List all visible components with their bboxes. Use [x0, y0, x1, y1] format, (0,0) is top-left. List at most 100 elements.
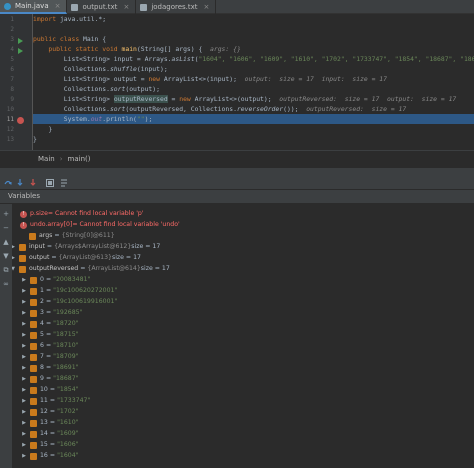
new-watch-icon[interactable]: +	[2, 210, 10, 218]
ide-window: { "tabs": [ {"label": "Main.java", "icon…	[0, 0, 474, 468]
list-item[interactable]: ▶ 16 = "1604"	[21, 451, 79, 461]
close-icon[interactable]: ×	[123, 3, 129, 11]
step-into-icon[interactable]	[16, 179, 24, 187]
variables-tree[interactable]: ! p.size = Cannot find local variable 'p…	[12, 204, 474, 468]
expand-toggle-icon[interactable]: ▶	[21, 286, 27, 296]
list-item[interactable]: ▶ 9 = "18687"	[21, 374, 79, 384]
list-item[interactable]: ▶ 8 = "18691"	[21, 363, 79, 373]
step-over-icon[interactable]	[4, 179, 12, 187]
code-line: public class Main {	[33, 35, 107, 43]
code-line: Collections.sort(outputReversed, Collect…	[33, 105, 407, 113]
expand-toggle-icon[interactable]: ▶	[21, 297, 27, 307]
expand-toggle-icon[interactable]: ▶	[21, 396, 27, 406]
glasses-icon[interactable]: ∞	[2, 280, 10, 288]
list-item[interactable]: ▶ 14 = "1609"	[21, 429, 79, 439]
list-item[interactable]: ▶ 11 = "1733747"	[21, 396, 90, 406]
list-item[interactable]: ▶ 4 = "18720"	[21, 319, 79, 329]
code-editor[interactable]: import java.util.*; public class Main { …	[33, 14, 474, 150]
line-number: 7	[10, 76, 14, 83]
list-item[interactable]: ▶ 13 = "1610"	[21, 418, 79, 428]
list-item[interactable]: ▶ 2 = "19c100619916001"	[21, 297, 117, 307]
expand-toggle-icon[interactable]: ▶	[21, 385, 27, 395]
expand-toggle-icon[interactable]: ▶	[21, 374, 27, 384]
expand-toggle-icon[interactable]: ▶	[12, 242, 16, 252]
expand-toggle-icon[interactable]: ▶	[21, 275, 27, 285]
list-element-icon	[30, 364, 37, 372]
variables-side-toolbar: + − ▲ ▼ ⧉ ∞	[0, 204, 12, 468]
variable-row-input[interactable]: ▶ input = {Arrays$ArrayList@612} size = …	[12, 242, 160, 252]
force-step-into-icon[interactable]	[29, 179, 37, 187]
error-icon: !	[20, 221, 27, 229]
expand-toggle-icon[interactable]: ▶	[21, 451, 27, 461]
panel-divider[interactable]	[0, 167, 474, 175]
tab-output-txt[interactable]: output.txt ×	[67, 0, 137, 14]
code-line: List<String> input = Arrays.asList("1604…	[33, 55, 474, 63]
line-number: 13	[6, 136, 14, 143]
list-item[interactable]: ▶ 1 = "19c100620272001"	[21, 286, 117, 296]
code-line: System.out.println("");	[33, 115, 153, 123]
expand-toggle-icon[interactable]: ▶	[21, 319, 27, 329]
tab-jodagores-txt[interactable]: jodagores.txt ×	[136, 0, 217, 14]
collapse-toggle-icon[interactable]: ▼	[12, 264, 16, 274]
list-item[interactable]: ▶ 3 = "192685"	[21, 308, 82, 318]
trace-stream-icon[interactable]	[60, 179, 68, 187]
evaluate-expression-icon[interactable]	[46, 179, 54, 187]
java-class-icon	[4, 2, 11, 10]
list-item[interactable]: ▶ 12 = "1702"	[21, 407, 79, 417]
move-up-icon[interactable]: ▲	[2, 238, 10, 246]
list-element-icon	[30, 397, 37, 405]
expand-toggle-icon[interactable]: ▶	[21, 330, 27, 340]
expand-toggle-icon[interactable]: ▶	[12, 253, 16, 263]
list-element-icon	[30, 276, 37, 284]
line-number: 11	[6, 116, 14, 123]
breadcrumb-item-class[interactable]: Main	[38, 155, 55, 163]
expand-toggle-icon[interactable]: ▶	[21, 418, 27, 428]
line-number: 6	[10, 66, 14, 73]
breakpoint-icon[interactable]	[17, 117, 24, 124]
variable-row-output[interactable]: ▶ output = {ArrayList@613} size = 17	[12, 253, 141, 263]
tab-main-java[interactable]: Main.java ×	[0, 0, 68, 14]
expand-toggle-icon[interactable]: ▶	[21, 352, 27, 362]
code-line: }	[33, 135, 37, 143]
move-down-icon[interactable]: ▼	[2, 252, 10, 260]
list-item[interactable]: ▶ 7 = "18709"	[21, 352, 79, 362]
editor-gutter[interactable]: 1 2 3 4 5 6 7 8 9 10 11 12 13	[0, 14, 33, 150]
breadcrumb: Main › main()	[0, 150, 474, 167]
list-element-icon	[30, 298, 37, 306]
breadcrumb-item-method[interactable]: main()	[68, 155, 91, 163]
list-item[interactable]: ▶ 6 = "18710"	[21, 341, 79, 351]
tab-label: jodagores.txt	[151, 3, 198, 11]
watch-error-row[interactable]: ! p.size = Cannot find local variable 'p…	[20, 209, 144, 219]
watch-error-row[interactable]: ! undo.array[0] = Cannot find local vari…	[20, 220, 180, 230]
close-icon[interactable]: ×	[55, 2, 61, 10]
local-variable-icon	[19, 243, 26, 251]
copy-icon[interactable]: ⧉	[2, 266, 10, 274]
list-item[interactable]: ▶ 10 = "1854"	[21, 385, 79, 395]
list-element-icon	[30, 320, 37, 328]
parameter-icon	[29, 232, 36, 240]
remove-watch-icon[interactable]: −	[2, 224, 10, 232]
list-element-icon	[30, 309, 37, 317]
run-method-icon[interactable]	[18, 48, 23, 54]
expand-toggle-icon[interactable]: ▶	[21, 407, 27, 417]
text-file-icon	[71, 3, 79, 11]
close-icon[interactable]: ×	[204, 3, 210, 11]
expand-toggle-icon[interactable]: ▶	[21, 363, 27, 373]
text-file-icon	[140, 3, 148, 11]
list-item[interactable]: ▶ 15 = "1606"	[21, 440, 79, 450]
code-line: List<String> output = new ArrayList<>(in…	[33, 75, 387, 83]
expand-toggle-icon[interactable]: ▶	[21, 440, 27, 450]
variable-row-outputreversed[interactable]: ▼ outputReversed = {ArrayList@614} size …	[12, 264, 170, 274]
code-line: Collections.sort(output);	[33, 85, 160, 93]
variable-row-args[interactable]: args = {String[0]@611}	[20, 231, 115, 241]
list-item[interactable]: ▶ 0 = "20083481"	[21, 275, 90, 285]
debugger-toolbar	[0, 175, 474, 190]
expand-toggle-icon[interactable]: ▶	[21, 341, 27, 351]
list-element-icon	[30, 430, 37, 438]
expand-toggle-icon[interactable]: ▶	[21, 429, 27, 439]
expand-toggle-icon[interactable]: ▶	[21, 308, 27, 318]
list-element-icon	[30, 408, 37, 416]
run-class-icon[interactable]	[18, 38, 23, 44]
editor-tab-bar: Main.java × output.txt × jodagores.txt ×	[0, 0, 474, 14]
list-item[interactable]: ▶ 5 = "18715"	[21, 330, 79, 340]
